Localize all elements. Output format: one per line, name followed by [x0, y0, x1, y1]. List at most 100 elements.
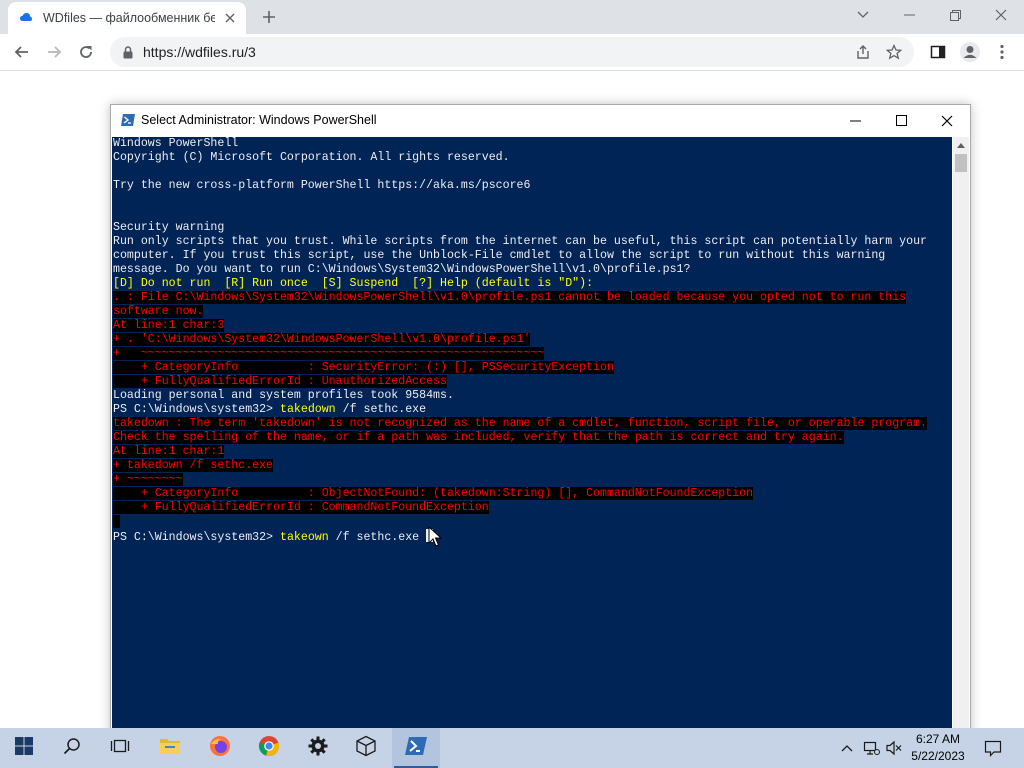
address-bar[interactable]: https://wdfiles.ru/3: [110, 37, 914, 67]
url-text: https://wdfiles.ru/3: [143, 44, 256, 60]
console-line: Try the new cross-platform PowerShell ht…: [113, 179, 531, 192]
taskbar-firefox[interactable]: [196, 728, 244, 768]
site-favicon-icon: [19, 11, 33, 25]
ps-close-button[interactable]: [924, 105, 970, 136]
powershell-console[interactable]: Windows PowerShell Copyright (C) Microsof…: [112, 137, 952, 745]
ps-minimize-button[interactable]: [832, 105, 878, 136]
console-line: computer. If you trust this script, use …: [113, 249, 886, 262]
taskbar-3d-viewer[interactable]: [342, 728, 390, 768]
browser-toolbar: https://wdfiles.ru/3: [0, 34, 1024, 71]
console-command: takeown: [279, 531, 329, 544]
3d-box-icon: [355, 735, 377, 762]
console-line: + CategoryInfo : ObjectNotFound: (takedo…: [112, 487, 952, 501]
network-icon[interactable]: [861, 738, 881, 758]
console-line: software now.: [112, 305, 952, 319]
notification-center-icon[interactable]: [978, 728, 1008, 768]
taskbar-chrome[interactable]: [245, 728, 293, 768]
console-line: At line:1 char:3: [112, 319, 952, 333]
console-scrollbar[interactable]: [953, 137, 969, 745]
taskbar-file-explorer[interactable]: [146, 728, 194, 768]
bookmark-star-icon[interactable]: [883, 41, 905, 63]
console-line: . : File C:\Windows\System32\WindowsPowe…: [112, 291, 952, 305]
console-prompt: PS C:\Windows\system32>: [113, 403, 280, 416]
show-hidden-icons-chevron-up-icon[interactable]: [837, 738, 857, 758]
console-line: Windows PowerShell: [113, 137, 239, 150]
powershell-window: Select Administrator: Windows PowerShell…: [110, 104, 971, 746]
browser-minimize-button[interactable]: [886, 0, 932, 30]
console-command-args: /f sethc.exe: [328, 531, 427, 544]
console-line: At line:1 char:1: [112, 445, 952, 459]
console-line: + FullyQualifiedErrorId : CommandNotFoun…: [112, 501, 952, 515]
reload-icon[interactable]: [72, 38, 100, 66]
tab-search-button[interactable]: [840, 0, 886, 30]
back-icon[interactable]: [8, 38, 36, 66]
console-line: [D] Do not run [R] Run once [S] Suspend …: [113, 277, 594, 290]
console-line: Copyright (C) Microsoft Corporation. All…: [113, 151, 510, 164]
lock-icon[interactable]: [121, 45, 135, 59]
taskbar-powershell[interactable]: [392, 728, 440, 768]
console-line: [112, 515, 952, 529]
start-button[interactable]: [0, 728, 48, 768]
side-panel-icon[interactable]: [924, 38, 952, 66]
profile-avatar-icon[interactable]: [956, 38, 984, 66]
console-command-args: /f sethc.exe: [335, 403, 427, 416]
console-line: PS C:\Windows\system32> takeown /f sethc…: [112, 529, 952, 544]
start-icon: [15, 736, 33, 760]
new-tab-button[interactable]: [258, 6, 280, 28]
mouse-pointer-icon: [428, 526, 442, 547]
console-line: + ~~~~~~~~~~~~~~~~~~~~~~~~~~~~~~~~~~~~~~…: [112, 347, 952, 361]
settings-icon: [308, 736, 328, 761]
console-line: + CategoryInfo : SecurityError: (:) [], …: [112, 361, 952, 375]
console-line: PS C:\Windows\system32> takedown /f seth…: [112, 403, 952, 417]
browser-close-button[interactable]: [978, 0, 1024, 30]
share-icon[interactable]: [852, 41, 874, 63]
console-error-text: At line:1 char:1: [113, 445, 225, 458]
tab-title: WDfiles — файлообменник бес: [43, 11, 215, 25]
console-line: Run only scripts that you trust. While s…: [113, 235, 928, 248]
console-error-text: takedown : The term 'takedown' is not re…: [113, 417, 928, 430]
console-error-text: + . 'C:\Windows\System32\WindowsPowerShe…: [113, 333, 531, 346]
clock-date: 5/22/2023: [911, 749, 965, 763]
ps-maximize-button[interactable]: [878, 105, 924, 136]
console-line: Check the spelling of the name, or if a …: [112, 431, 952, 445]
browser-tab[interactable]: WDfiles — файлообменник бес: [8, 2, 246, 34]
powershell-window-title: Select Administrator: Windows PowerShell: [141, 113, 377, 127]
browser-menu-icon[interactable]: [988, 38, 1016, 66]
volume-muted-icon[interactable]: [884, 738, 904, 758]
browser-tab-strip: WDfiles — файлообменник бес: [0, 0, 1024, 34]
console-line: + . 'C:\Windows\System32\WindowsPowerShe…: [112, 333, 952, 347]
console-line: + ~~~~~~~~: [112, 473, 952, 487]
console-line: + takedown /f sethc.exe: [112, 459, 952, 473]
console-line: + FullyQualifiedErrorId : UnauthorizedAc…: [112, 375, 952, 389]
console-error-text: + CategoryInfo : SecurityError: (:) [], …: [113, 361, 614, 374]
console-error-text: [113, 515, 120, 528]
tab-close-icon[interactable]: [221, 9, 239, 27]
search-icon: [63, 737, 81, 760]
scroll-up-arrow-icon[interactable]: [953, 137, 969, 153]
console-error-text: At line:1 char:3: [113, 319, 225, 332]
scroll-thumb[interactable]: [955, 154, 967, 172]
console-line: Loading personal and system profiles too…: [113, 389, 454, 402]
powershell-icon: [404, 736, 428, 761]
console-error-text: + takedown /f sethc.exe: [113, 459, 274, 472]
file-explorer-icon: [159, 737, 181, 760]
console-error-text: + FullyQualifiedErrorId : UnauthorizedAc…: [113, 375, 447, 388]
firefox-icon: [209, 735, 231, 762]
browser-restore-button[interactable]: [932, 0, 978, 30]
forward-icon[interactable]: [40, 38, 68, 66]
console-error-text: + ~~~~~~~~~~~~~~~~~~~~~~~~~~~~~~~~~~~~~~…: [113, 347, 545, 360]
taskbar-settings[interactable]: [294, 728, 342, 768]
console-error-text: + ~~~~~~~~: [113, 473, 183, 486]
console-error-text: Check the spelling of the name, or if a …: [113, 431, 844, 444]
console-command: takedown: [279, 403, 336, 416]
task-view-button[interactable]: [96, 728, 144, 768]
windows-taskbar: 6:27 AM 5/22/2023: [0, 728, 1024, 768]
console-error-text: + CategoryInfo : ObjectNotFound: (takedo…: [113, 487, 754, 500]
console-error-text: software now.: [113, 305, 204, 318]
powershell-titlebar[interactable]: Select Administrator: Windows PowerShell: [111, 105, 970, 136]
taskbar-search-button[interactable]: [48, 728, 96, 768]
clock-time: 6:27 AM: [915, 732, 961, 746]
taskbar-clock[interactable]: 6:27 AM 5/22/2023: [906, 731, 970, 765]
